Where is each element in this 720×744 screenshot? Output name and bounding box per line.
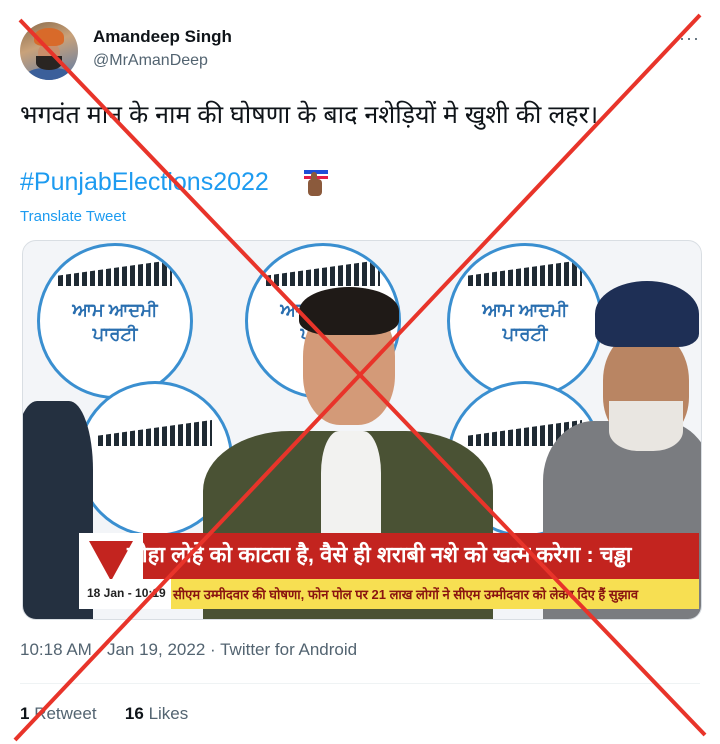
more-options-icon[interactable]: ··· bbox=[679, 28, 700, 49]
likes-count: 16 bbox=[124, 704, 144, 723]
broom-icon bbox=[98, 420, 212, 446]
tweet-time[interactable]: 10:18 AM bbox=[20, 640, 92, 659]
likes-label: Likes bbox=[148, 704, 189, 723]
tweet-text: भगवंत मान के नाम की घोषणा के बाद नशेड़िय… bbox=[20, 101, 599, 129]
avatar-turban bbox=[34, 28, 64, 46]
aap-logo-text: ਪਾਰਟੀ bbox=[92, 324, 138, 344]
avatar[interactable] bbox=[20, 22, 78, 80]
aap-logo: ਆਮ ਆਦਮੀ ਪਾਰਟੀ bbox=[37, 243, 193, 399]
divider bbox=[20, 683, 700, 684]
broom-icon bbox=[266, 260, 380, 286]
hashtag-link[interactable]: #PunjabElections2022 bbox=[20, 168, 269, 197]
tweet-stats: 1 Retweet 16 Likes bbox=[20, 704, 188, 724]
aap-logo-text: ਆਮ ਆਦਮੀ bbox=[482, 300, 568, 320]
translate-tweet-link[interactable]: Translate Tweet bbox=[20, 208, 126, 225]
ticker-time-text: 18 Jan - 10:19 bbox=[87, 586, 166, 600]
aap-logo-text: ਆਮ ਆਦਮੀ bbox=[72, 300, 158, 320]
author-handle[interactable]: @MrAmanDeep bbox=[93, 52, 208, 70]
tweet-date[interactable]: Jan 19, 2022 bbox=[107, 640, 205, 659]
aap-logo: ਆਮ ਆਦਮੀ ਪਾਰਟੀ bbox=[447, 243, 603, 399]
ticker-text: सीएम उम्मीदवार की घोषणा, फोन पोल पर 21 ल… bbox=[173, 587, 639, 602]
broom-icon bbox=[468, 260, 582, 286]
retweet-count: 1 bbox=[20, 704, 30, 723]
news-headline: लोहा लोहे को काटता है, वैसे ही शराबी नशे… bbox=[127, 542, 632, 567]
broom-icon bbox=[58, 260, 172, 286]
meta-separator: · bbox=[210, 640, 216, 659]
likes-count-link[interactable]: 16 Likes bbox=[125, 704, 188, 723]
retweet-label: Retweet bbox=[34, 704, 97, 723]
tweet-source[interactable]: Twitter for Android bbox=[220, 640, 357, 659]
meta-separator: · bbox=[96, 640, 103, 659]
tweet-meta: 10:18 AM · Jan 19, 2022 · Twitter for An… bbox=[20, 640, 357, 660]
ticker-timestamp: 18 Jan - 10:19 bbox=[79, 579, 171, 609]
retweet-count-link[interactable]: 1 Retweet bbox=[20, 704, 97, 723]
ballot-hand-emoji-icon bbox=[304, 170, 328, 196]
tweet-media-video[interactable]: ਆਮ ਆਦਮੀ ਪਾਰਟੀ ਆਮ ਆਦਮੀ ਪਾਰਟੀ ਆਮ ਆਦਮੀ ਪਾਰਟ… bbox=[22, 240, 702, 620]
avatar-beard bbox=[36, 56, 62, 70]
author-name[interactable]: Amandeep Singh bbox=[93, 27, 232, 47]
aap-logo-text: ਪਾਰਟੀ bbox=[502, 324, 548, 344]
